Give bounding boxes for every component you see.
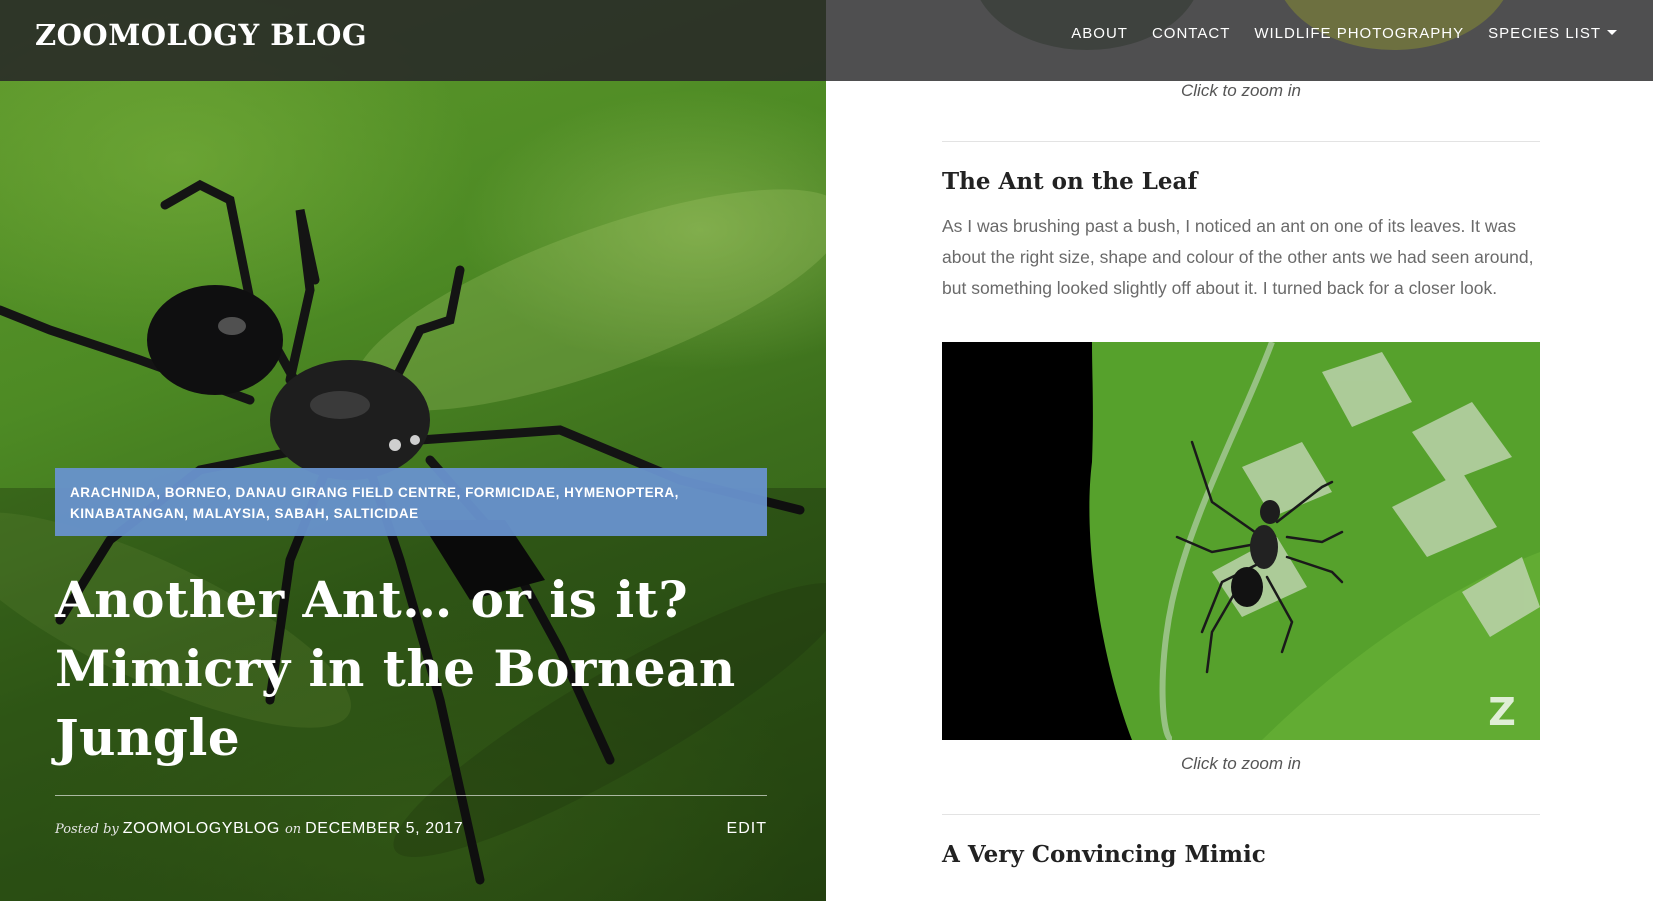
post-content: Click to zoom in The Ant on the Leaf As … xyxy=(942,81,1540,304)
section-divider xyxy=(942,141,1540,142)
section-divider xyxy=(942,814,1540,815)
category-link[interactable]: ARACHNIDA xyxy=(70,485,156,500)
category-link[interactable]: SALTICIDAE xyxy=(334,506,419,521)
post-title: Another Ant… or is it? Mimicry in the Bo… xyxy=(55,565,745,772)
nav-about-label: ABOUT xyxy=(1071,25,1128,42)
post-title-line: Another Ant… or is it? xyxy=(55,570,689,629)
category-link[interactable]: BORNEO xyxy=(165,485,227,500)
nav-wildlife-photography[interactable]: WILDLIFE PHOTOGRAPHY xyxy=(1254,25,1464,42)
paragraph-line: As I was brushing past a bush, I noticed… xyxy=(942,216,1516,236)
post-meta: Posted by ZOOMOLOGYBLOG on DECEMBER 5, 2… xyxy=(55,820,468,838)
category-link[interactable]: HYMENOPTERA xyxy=(564,485,675,500)
category-link[interactable]: SABAH xyxy=(275,506,326,521)
edit-link[interactable]: EDIT xyxy=(727,820,767,838)
main-nav: ABOUT CONTACT WILDLIFE PHOTOGRAPHY SPECI… xyxy=(1071,25,1617,42)
site-title[interactable]: ZOOMOLOGY BLOG xyxy=(35,18,367,52)
nav-contact-label: CONTACT xyxy=(1151,25,1231,42)
post-date-link[interactable]: DECEMBER 5, 2017 xyxy=(305,820,463,838)
category-link[interactable]: FORMICIDAE xyxy=(465,485,556,500)
meta-divider xyxy=(55,795,767,796)
post-title-line: Mimicry in the Bornean xyxy=(55,639,736,698)
category-box: ARACHNIDA, BORNEO, DANAU GIRANG FIELD CE… xyxy=(55,468,767,536)
category-link[interactable]: MALAYSIA xyxy=(193,506,266,521)
ant-mimic-photo[interactable]: Z xyxy=(942,342,1540,740)
posted-by-label: Posted by xyxy=(55,822,119,837)
section-heading: The Ant on the Leaf xyxy=(942,168,1198,195)
category-link[interactable]: KINABATANGAN xyxy=(70,506,184,521)
section-paragraph: As I was brushing past a bush, I noticed… xyxy=(942,211,1540,304)
paragraph-line: about the right size, shape and colour o… xyxy=(942,247,1534,267)
z-logo-watermark: Z xyxy=(1488,690,1516,734)
nav-about[interactable]: ABOUT xyxy=(1071,25,1128,42)
post-title-line: Jungle xyxy=(55,708,241,767)
section-heading: A Very Convincing Mimic xyxy=(942,841,1266,868)
post-content-lower: Click to zoom in A Very Convincing Mimic xyxy=(942,754,1540,868)
nav-species-label: SPECIES LIST xyxy=(1488,25,1601,42)
author-link[interactable]: ZOOMOLOGYBLOG xyxy=(123,820,280,838)
nav-wildlife-label: WILDLIFE PHOTOGRAPHY xyxy=(1254,25,1465,42)
nav-contact[interactable]: CONTACT xyxy=(1152,25,1230,42)
leaf-photo-art: Z xyxy=(942,342,1540,740)
caret-down-icon xyxy=(1607,30,1617,35)
on-label: on xyxy=(284,822,302,837)
nav-species-list[interactable]: SPECIES LIST xyxy=(1488,25,1617,42)
image-caption: Click to zoom in xyxy=(1181,81,1301,100)
category-list: ARACHNIDA, BORNEO, DANAU GIRANG FIELD CE… xyxy=(70,485,679,521)
image-caption: Click to zoom in xyxy=(1181,754,1301,773)
category-link[interactable]: DANAU GIRANG FIELD CENTRE xyxy=(236,485,457,500)
paragraph-line: but something looked slightly off about … xyxy=(942,278,1498,298)
